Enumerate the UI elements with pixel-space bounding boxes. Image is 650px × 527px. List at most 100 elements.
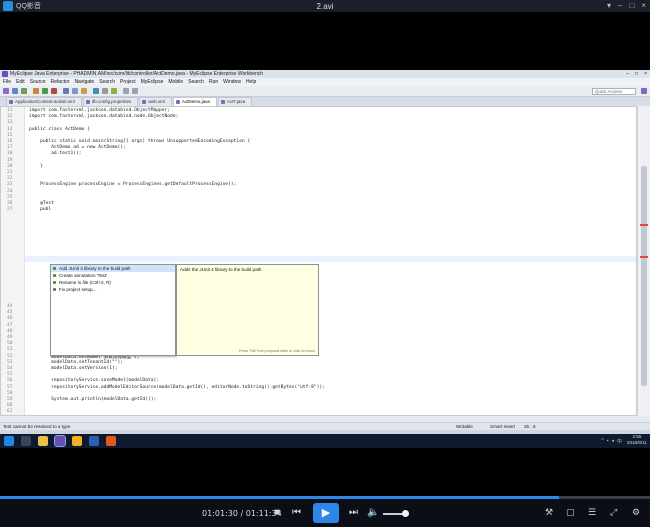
stop-icon[interactable] bbox=[51, 88, 57, 94]
editor-tab[interactable]: db.config.properties bbox=[82, 97, 139, 106]
code-line[interactable]: System.out.println(modelData.getId()); bbox=[29, 397, 156, 402]
clock-date: 2016/8/11 bbox=[626, 440, 647, 445]
code-line[interactable]: ad.test1(); bbox=[29, 151, 81, 156]
code-line[interactable]: repositoryService.addModelEditorSource(m… bbox=[29, 385, 325, 390]
code-line[interactable]: ProcessEngine processEngine = ProcessEng… bbox=[29, 182, 236, 187]
quickfix-item[interactable]: Fix project setup... bbox=[51, 286, 175, 293]
editor-tab[interactable]: ApplicationContext-activiti.xml bbox=[6, 97, 82, 106]
menu-project[interactable]: Project bbox=[120, 78, 136, 86]
windows-start-icon[interactable] bbox=[4, 436, 14, 446]
server-icon[interactable] bbox=[63, 88, 69, 94]
stop-button[interactable]: ■ bbox=[274, 507, 280, 519]
code-line[interactable]: modelData.setVersion(1); bbox=[29, 366, 117, 371]
code-line[interactable]: publ bbox=[29, 207, 51, 212]
time-current: 01:01:30 bbox=[202, 509, 238, 518]
skin-icon[interactable]: ▾ bbox=[607, 1, 611, 11]
minimize-icon[interactable]: – bbox=[618, 1, 622, 11]
error-marker[interactable] bbox=[640, 256, 648, 258]
deploy-icon[interactable] bbox=[72, 88, 78, 94]
network-icon[interactable]: ▪ bbox=[607, 438, 609, 445]
menu-window[interactable]: Window bbox=[223, 78, 241, 86]
code-line[interactable]: modelData.setTenantId(""); bbox=[29, 360, 123, 365]
line-number: 46 bbox=[7, 316, 13, 322]
back-icon[interactable] bbox=[123, 88, 129, 94]
print-icon[interactable] bbox=[21, 88, 27, 94]
file-explorer-icon[interactable] bbox=[38, 436, 48, 446]
code-line[interactable]: public class ActDemo { bbox=[29, 127, 90, 132]
menu-run[interactable]: Run bbox=[209, 78, 218, 86]
menu-navigate[interactable]: Navigate bbox=[74, 78, 94, 86]
video-area[interactable]: MyEclipse Java Enterprise - PHADMIN.AM/s… bbox=[0, 12, 650, 490]
close-icon[interactable]: × bbox=[641, 1, 646, 11]
forward-icon[interactable] bbox=[132, 88, 138, 94]
fullscreen-icon[interactable]: ⤢ bbox=[610, 507, 617, 518]
menu-edit[interactable]: Edit bbox=[16, 78, 25, 86]
quickfix-description: Adds the JUnit 4 library to the build pa… bbox=[176, 264, 319, 356]
maximize-icon[interactable]: □ bbox=[629, 1, 634, 11]
tools-icon[interactable]: ⚒ bbox=[545, 507, 553, 518]
tray-arrow-icon[interactable]: ^ bbox=[601, 438, 603, 445]
error-marker[interactable] bbox=[640, 224, 648, 226]
firefox-taskbar-icon[interactable] bbox=[106, 436, 116, 446]
editor-scrollbar[interactable] bbox=[637, 106, 650, 416]
menu-search[interactable]: Search bbox=[99, 78, 115, 86]
ide-maximize-icon[interactable]: □ bbox=[635, 70, 638, 78]
task-view-icon[interactable] bbox=[21, 436, 31, 446]
package-icon[interactable] bbox=[81, 88, 87, 94]
volume-slider-knob[interactable] bbox=[402, 510, 410, 517]
taskbar-clock[interactable]: 2:55 2016/8/11 bbox=[627, 434, 647, 446]
play-button[interactable]: ▶ bbox=[313, 503, 339, 523]
perspective-icon[interactable] bbox=[641, 88, 647, 94]
player-titlebar: QQ影音 2.avi ▾ – □ × bbox=[0, 0, 650, 12]
menu-file[interactable]: File bbox=[3, 78, 11, 86]
volume-icon[interactable]: 🔈 bbox=[367, 507, 379, 519]
quick-access-input[interactable]: Quick Access bbox=[592, 88, 636, 95]
code-line[interactable]: import com.fasterxml.jackson.databind.no… bbox=[29, 114, 178, 119]
line-number: 47 bbox=[7, 322, 13, 328]
ide-close-icon[interactable]: × bbox=[644, 70, 647, 78]
code-line[interactable]: ActDemo ad = new ActDemo(); bbox=[29, 145, 126, 150]
screenshot-icon[interactable]: ▢ bbox=[566, 507, 575, 518]
code-line[interactable]: @Test bbox=[29, 201, 54, 206]
status-message: Test cannot be resolved to a type bbox=[3, 424, 71, 429]
ide-minimize-icon[interactable]: – bbox=[626, 70, 629, 78]
line-number: 50 bbox=[7, 341, 13, 347]
playlist-icon[interactable]: ☰ bbox=[588, 507, 596, 518]
run-icon[interactable] bbox=[42, 88, 48, 94]
next-icon[interactable]: ⏭ bbox=[349, 507, 358, 519]
code-line[interactable]: repositoryService.saveModel(modelData); bbox=[29, 378, 159, 383]
menu-myeclipse[interactable]: MyEclipse bbox=[141, 78, 164, 86]
editor-tab[interactable]: ActT.java bbox=[217, 97, 253, 106]
menu-refactor[interactable]: Refactor bbox=[51, 78, 70, 86]
quickfix-item[interactable]: Add JUnit 4 library to the build path bbox=[51, 265, 175, 272]
code-line[interactable]: import com.fasterxml.jackson.databind.Ob… bbox=[29, 108, 170, 113]
editor-tab[interactable]: web.xml bbox=[139, 97, 172, 106]
open-type-icon[interactable] bbox=[93, 88, 99, 94]
code-line[interactable]: public static void main(String[] args) t… bbox=[29, 139, 250, 144]
settings-icon[interactable]: ⚙ bbox=[632, 507, 640, 518]
menu-search[interactable]: Search bbox=[188, 78, 204, 86]
myeclipse-taskbar-icon[interactable] bbox=[54, 435, 66, 447]
quickfix-item[interactable]: Rename in file (Ctrl+2, R) bbox=[51, 279, 175, 286]
new-icon[interactable] bbox=[3, 88, 9, 94]
annotation-icon[interactable] bbox=[111, 88, 117, 94]
code-line[interactable]: } bbox=[29, 164, 43, 169]
search-icon[interactable] bbox=[102, 88, 108, 94]
volume-tray-icon[interactable]: ◂ bbox=[611, 438, 614, 445]
code-editor[interactable]: 11 import com.fasterxml.jackson.databind.… bbox=[0, 106, 637, 416]
previous-icon[interactable]: ⏮ bbox=[292, 507, 301, 519]
word-taskbar-icon[interactable] bbox=[89, 436, 99, 446]
line-number: 44 bbox=[7, 304, 13, 309]
scrollbar-thumb[interactable] bbox=[641, 166, 647, 386]
menu-help[interactable]: Help bbox=[246, 78, 256, 86]
editor-tab[interactable]: ActDemo.java bbox=[172, 97, 217, 106]
line-number: 48 bbox=[7, 328, 13, 334]
status-writable: Writable bbox=[456, 424, 473, 429]
save-icon[interactable] bbox=[12, 88, 18, 94]
menu-source[interactable]: Source bbox=[30, 78, 46, 86]
quickfix-item[interactable]: Create annotation 'Test' bbox=[51, 272, 175, 279]
qq-taskbar-icon[interactable] bbox=[72, 436, 82, 446]
ime-icon[interactable]: 中 bbox=[617, 438, 622, 445]
debug-icon[interactable] bbox=[33, 88, 39, 94]
menu-mobile[interactable]: Mobile bbox=[168, 78, 183, 86]
